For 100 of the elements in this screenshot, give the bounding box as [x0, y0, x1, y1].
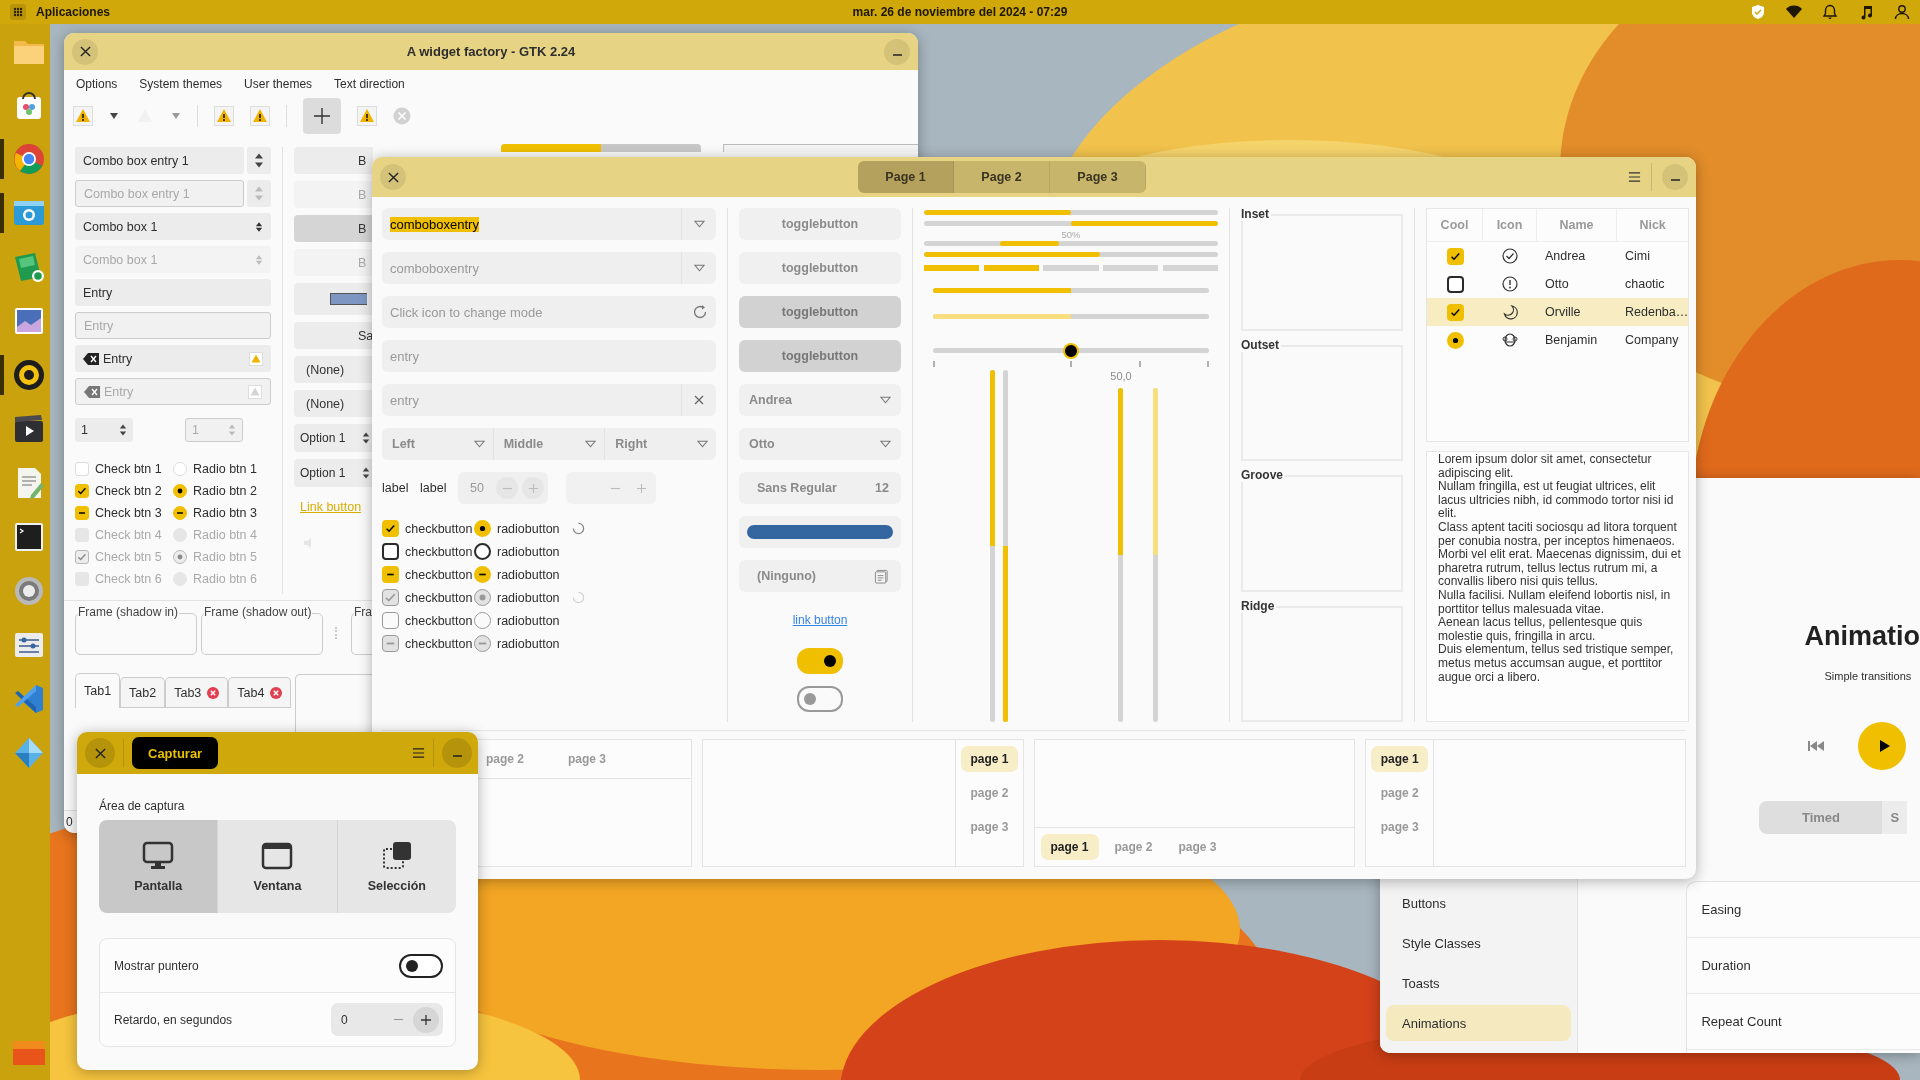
link-button[interactable]: link button: [792, 613, 848, 627]
entry-field[interactable]: Entry: [75, 279, 271, 306]
user-icon[interactable]: [1894, 4, 1910, 20]
caret-icon[interactable]: [693, 220, 705, 228]
entry-field[interactable]: entry: [382, 340, 716, 372]
checkbox-label: checkbutton: [405, 521, 473, 536]
clear-icon[interactable]: [694, 395, 704, 405]
shield-icon[interactable]: [1750, 4, 1766, 20]
tree-row[interactable]: Otto chaotic: [1427, 270, 1689, 298]
add-button[interactable]: [303, 98, 341, 134]
combo-box[interactable]: (None): [294, 390, 373, 417]
minimize-icon: [892, 53, 902, 56]
tab[interactable]: Tab1: [75, 673, 121, 708]
tab[interactable]: Page 3: [1050, 161, 1146, 193]
menu-item[interactable]: User themes: [244, 77, 313, 91]
sidebar-item[interactable]: Style Classes: [1386, 925, 1572, 961]
minimize-button[interactable]: [884, 38, 910, 65]
combo-entry-field[interactable]: comboboxentry: [382, 208, 716, 240]
close-button[interactable]: [380, 164, 406, 190]
menu-icon[interactable]: [1628, 171, 1641, 183]
wifi-icon[interactable]: [1786, 4, 1802, 20]
tab[interactable]: Page 1: [858, 161, 954, 193]
combo-entry-field[interactable]: Combo box entry 1: [75, 147, 244, 174]
paragraph: Aenean lacus tellus, pellentesque quis molestie quis, fringilla in arcu.: [1438, 616, 1644, 644]
color-button[interactable]: [739, 516, 901, 548]
spin-arrows-icon: [255, 253, 263, 266]
warning-icon[interactable]: [357, 106, 377, 126]
apps-grid-icon[interactable]: [10, 4, 26, 20]
checkbox-label: Check btn 5: [95, 550, 162, 564]
pane-handle[interactable]: [335, 627, 339, 639]
close-icon[interactable]: [270, 686, 283, 699]
mode-toggle[interactable]: Ventana: [218, 820, 338, 913]
minimize-button[interactable]: [1662, 164, 1688, 190]
menu-item[interactable]: System themes: [139, 77, 223, 91]
sidebar-item[interactable]: Buttons: [1386, 885, 1572, 921]
combo-box[interactable]: (None): [294, 356, 373, 383]
close-button[interactable]: [85, 738, 115, 768]
warning-icon[interactable]: [250, 106, 270, 126]
tab[interactable]: page 1: [1040, 834, 1099, 860]
caret-icon[interactable]: [109, 111, 119, 121]
browser-icon[interactable]: [11, 141, 47, 177]
tab[interactable]: Tab3: [165, 677, 229, 707]
entry-field[interactable]: Click icon to change mode: [382, 296, 716, 328]
sidebar-item[interactable]: Toasts: [1386, 965, 1572, 1001]
switch[interactable]: [797, 686, 843, 712]
radio-label: radiobutton: [497, 521, 560, 536]
sidebar-item[interactable]: Animations: [1386, 1005, 1572, 1041]
radio-label: radiobutton: [497, 544, 560, 559]
tree-row[interactable]: Benjamin Company: [1427, 326, 1689, 354]
close-icon[interactable]: [207, 686, 220, 699]
push-button[interactable]: Sa: [294, 322, 373, 349]
push-button[interactable]: B: [294, 147, 373, 174]
combo-box[interactable]: Combo box 1: [75, 213, 271, 240]
tab[interactable]: page 1: [960, 746, 1018, 772]
tab[interactable]: Tab2: [120, 677, 166, 707]
entry-field[interactable]: entry: [382, 384, 716, 416]
color-button[interactable]: [294, 283, 373, 315]
spin-arrows-icon[interactable]: [247, 147, 271, 174]
menu-item[interactable]: Options: [76, 77, 118, 91]
spin-button[interactable]: 0: [331, 1003, 443, 1036]
warning-icon[interactable]: [73, 106, 93, 126]
refresh-icon[interactable]: [692, 304, 708, 320]
spin-arrows-icon[interactable]: [119, 423, 127, 437]
setting-label: Duration: [1701, 958, 1751, 973]
applications-menu[interactable]: Aplicaciones: [36, 5, 111, 19]
option-menu[interactable]: Option 1: [294, 459, 373, 487]
warning-icon[interactable]: [214, 106, 234, 126]
frame-label: Outset: [1241, 337, 1281, 352]
clock[interactable]: mar. 26 de noviembre del 2024 - 07:29: [852, 5, 1068, 19]
paragraph: Lorem ipsum dolor sit amet, consectetur adipiscing elit.: [1438, 453, 1653, 481]
slider[interactable]: [933, 343, 1209, 359]
tree-row[interactable]: Orville Redenba…: [1427, 298, 1689, 326]
tab[interactable]: Page 2: [954, 161, 1050, 193]
radio-button[interactable]: [474, 543, 491, 560]
close-button[interactable]: [72, 38, 98, 65]
switch[interactable]: [399, 953, 443, 978]
disc-icon[interactable]: [11, 357, 47, 393]
menu-icon[interactable]: [412, 747, 425, 759]
tab[interactable]: Tab4: [228, 677, 292, 707]
mode-toggle[interactable]: Selección: [337, 820, 456, 913]
plus-icon[interactable]: [420, 1013, 432, 1026]
push-button[interactable]: B: [294, 215, 373, 242]
option-menu[interactable]: Option 1: [294, 424, 373, 452]
bell-icon[interactable]: [1822, 4, 1838, 20]
entry-field[interactable]: Entry: [75, 345, 271, 372]
skip-back-icon[interactable]: [1808, 740, 1825, 752]
checkbox[interactable]: [1446, 275, 1464, 293]
entry-field[interactable]: [723, 144, 918, 152]
backspace-icon[interactable]: [83, 352, 99, 365]
menu-item[interactable]: Text direction: [334, 77, 405, 91]
tab[interactable]: page 1: [1370, 746, 1428, 772]
capture-button[interactable]: Capturar: [132, 737, 219, 769]
frame-label: Frame (shadow in): [78, 605, 180, 619]
setting-label: Retardo, en segundos: [114, 1012, 233, 1027]
checkbox[interactable]: [382, 543, 399, 560]
mode-toggle[interactable]: Pantalla: [99, 820, 219, 913]
spin-button[interactable]: 1: [75, 418, 133, 442]
tree-row[interactable]: Andrea Cimi: [1427, 242, 1689, 270]
caret-icon: [585, 440, 597, 448]
play-button[interactable]: [1858, 722, 1907, 770]
